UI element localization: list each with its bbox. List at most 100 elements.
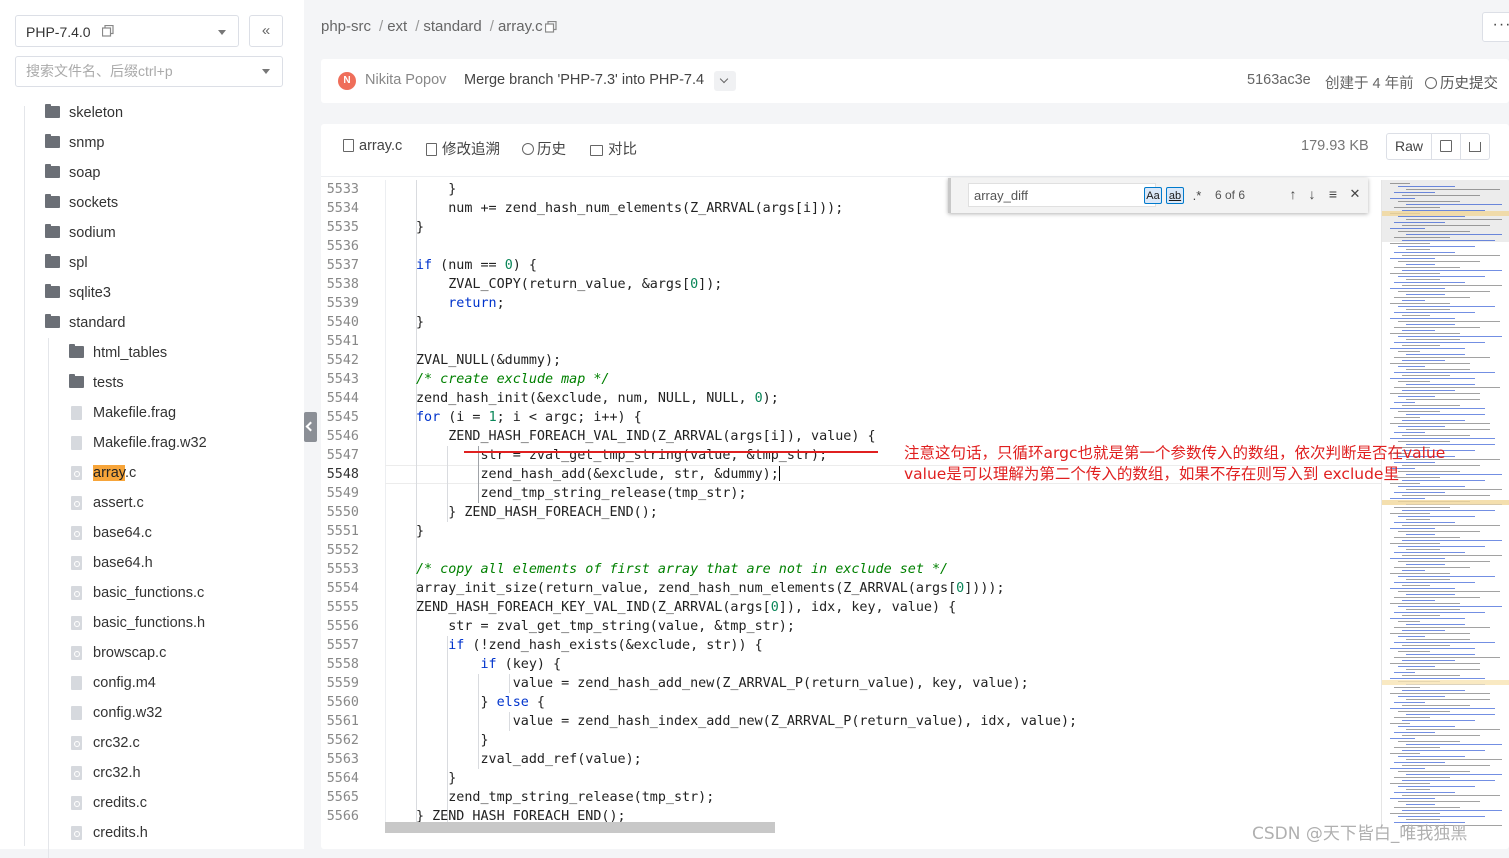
minimap-line [1406, 534, 1435, 535]
commit-hash[interactable]: 5163ac3e [1247, 72, 1311, 88]
minimap-line [1394, 372, 1495, 373]
code-line[interactable]: 5545 for (i = 1; i < argc; i++) { [321, 408, 1381, 427]
minimap-line [1390, 708, 1495, 709]
minimap-line [1398, 246, 1475, 247]
horizontal-scrollbar[interactable] [385, 822, 775, 833]
whole-word-toggle[interactable]: ab [1166, 187, 1184, 204]
tab-file[interactable]: array.c [343, 138, 402, 154]
line-number: 5556 [326, 619, 359, 634]
minimap-line [1406, 804, 1435, 805]
download-button[interactable] [1461, 134, 1489, 159]
code-line[interactable]: 5564 } [321, 769, 1381, 788]
code-line[interactable]: 5562 } [321, 731, 1381, 750]
code-line[interactable]: 5535} [321, 218, 1381, 237]
code-line[interactable]: 5561 value = zend_hash_index_add_new(Z_A… [321, 712, 1381, 731]
minimap-line [1406, 474, 1502, 475]
code-line[interactable]: 5565 zend_tmp_string_release(tmp_str); [321, 788, 1381, 807]
code-line[interactable]: 5539 return; [321, 294, 1381, 313]
code-line[interactable]: 5560 } else { [321, 693, 1381, 712]
commit-author[interactable]: Nikita Popov [365, 72, 446, 88]
copy-icon[interactable] [102, 25, 114, 37]
tab-history[interactable]: 历史 [522, 138, 566, 159]
file-icon [71, 436, 82, 450]
copy-button[interactable] [1432, 134, 1462, 159]
regex-toggle[interactable]: .* [1188, 187, 1206, 204]
breadcrumb-repo[interactable]: php-src [321, 18, 371, 35]
code-line[interactable]: 5544 zend_hash_init(&exclude, num, NULL, … [321, 389, 1381, 408]
file-icon [71, 826, 82, 840]
minimap-line [1390, 393, 1480, 394]
sidebar-resize-handle[interactable] [304, 412, 317, 442]
code-line[interactable]: 5543 /* create exclude map */ [321, 370, 1381, 389]
minimap-line [1394, 627, 1490, 628]
code-line[interactable]: 5549 zend_tmp_string_release(tmp_str); [321, 484, 1381, 503]
code-line[interactable]: 5541 [321, 332, 1381, 351]
line-number: 5536 [326, 239, 359, 254]
minimap-line [1402, 510, 1495, 511]
code-text: } [416, 524, 425, 539]
annotation-text-2: value是可以理解为第二个传入的数组，如果不存在则写入到 exclude里 [904, 465, 1399, 483]
code-editor[interactable]: 5533 } 5534 num += zend_hash_num_elements… [321, 180, 1381, 825]
next-match-button[interactable]: ↓ [1304, 186, 1320, 202]
code-line[interactable]: 5563 zval_add_ref(value); [321, 750, 1381, 769]
match-case-toggle[interactable]: Aa [1144, 187, 1162, 204]
minimap-line [1390, 333, 1460, 334]
tab-blame[interactable]: 修改追溯 [426, 138, 500, 159]
minimap-line [1398, 336, 1502, 337]
minimap-line [1406, 249, 1430, 250]
minimap-line [1390, 723, 1410, 724]
avatar[interactable]: N [338, 72, 356, 90]
line-number: 5549 [326, 486, 359, 501]
code-line[interactable]: 5551} [321, 522, 1381, 541]
annotation-text-1: 注意这句话，只循环argc也就是第一个参数传入的数组，依次判断是否在value [904, 444, 1446, 462]
code-line[interactable]: 5557 if (!zend_hash_exists(&exclude, str… [321, 636, 1381, 655]
code-line[interactable]: 5553 /* copy all elements of first array … [321, 560, 1381, 579]
tab-compare[interactable]: 对比 [590, 138, 637, 159]
more-options-button[interactable]: ··· [1482, 12, 1509, 42]
code-line[interactable]: 5550 } ZEND_HASH_FOREACH_END(); [321, 503, 1381, 522]
expand-commit-button[interactable] [714, 71, 736, 91]
code-line[interactable]: 5552 [321, 541, 1381, 560]
minimap-line [1402, 495, 1490, 496]
minimap-line [1390, 438, 1495, 439]
code-line[interactable]: 5537 if (num == 0) { [321, 256, 1381, 275]
breadcrumb-ext[interactable]: ext [387, 18, 407, 35]
minimap-line [1394, 612, 1485, 613]
code-line[interactable]: 5558 if (key) { [321, 655, 1381, 674]
file-search[interactable] [15, 56, 283, 87]
close-icon[interactable]: ✕ [1347, 186, 1363, 202]
history-commits-link[interactable]: 历史提交 [1425, 72, 1498, 93]
code-line[interactable]: 5536 [321, 237, 1381, 256]
breadcrumb-standard[interactable]: standard [423, 18, 481, 35]
minimap[interactable] [1381, 180, 1509, 830]
code-line[interactable]: 5540} [321, 313, 1381, 332]
folder-icon [69, 374, 84, 388]
code-line[interactable]: 5556 str = zval_get_tmp_string(value, &t… [321, 617, 1381, 636]
line-number: 5546 [326, 429, 359, 444]
clock-icon [522, 143, 534, 155]
code-line[interactable]: 5554 array_init_size(return_value, zend_h… [321, 579, 1381, 598]
code-line[interactable]: 5555 ZEND_HASH_FOREACH_KEY_VAL_IND(Z_ARRV… [321, 598, 1381, 617]
folder-icon [45, 254, 60, 268]
file-search-input[interactable] [26, 63, 246, 79]
file-icon [71, 796, 82, 810]
find-in-selection-button[interactable]: ≡ [1325, 186, 1341, 202]
minimap-line [1398, 771, 1470, 772]
branch-select[interactable]: PHP-7.4.0 [15, 15, 239, 47]
code-line[interactable]: 5538 ZVAL_COPY(return_value, &args[0]); [321, 275, 1381, 294]
minimap-line [1402, 810, 1502, 811]
code-line[interactable]: 5559 value = zend_hash_add_new(Z_ARRVAL_… [321, 674, 1381, 693]
find-input[interactable]: array_diff [968, 183, 1156, 207]
previous-match-button[interactable]: ↑ [1285, 186, 1301, 202]
file-icon [71, 406, 82, 420]
collapse-sidebar-button[interactable]: « [249, 15, 283, 47]
minimap-line [1398, 306, 1495, 307]
file-icon [71, 736, 82, 750]
breadcrumb-file: array.c [497, 18, 543, 35]
minimap-line [1398, 351, 1420, 352]
code-line[interactable]: 5542 ZVAL_NULL(&dummy); [321, 351, 1381, 370]
copy-icon[interactable] [545, 21, 557, 33]
commit-message[interactable]: Merge branch 'PHP-7.3' into PHP-7.4 [464, 72, 704, 88]
raw-button[interactable]: Raw [1387, 134, 1433, 159]
find-resize-bar[interactable] [948, 178, 951, 213]
